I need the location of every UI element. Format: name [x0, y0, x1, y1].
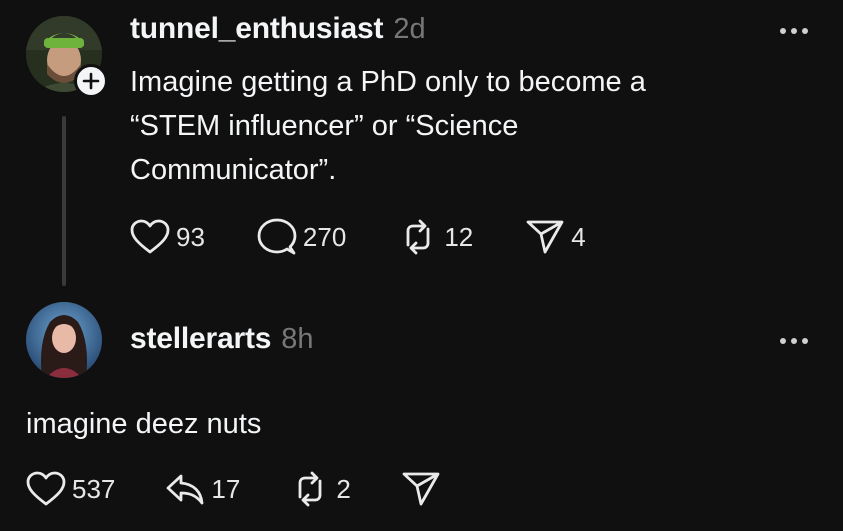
post-username[interactable]: tunnel_enthusiast [130, 12, 384, 46]
like-button[interactable]: 93 [130, 219, 205, 255]
post-header: tunnel_enthusiast 2d [130, 12, 426, 46]
more-icon [780, 338, 786, 344]
more-icon [780, 28, 786, 34]
post-text-line: “STEM influencer” or “Science [130, 110, 519, 142]
share-icon [526, 220, 564, 254]
reply-header: stellerarts 8h [130, 322, 314, 356]
share-button[interactable]: 4 [525, 218, 586, 256]
heart-icon [26, 471, 66, 506]
reply-timestamp: 8h [281, 323, 314, 355]
post-timestamp: 2d [393, 13, 426, 45]
reply-quote-button[interactable]: 17 [165, 472, 240, 506]
reply-actions: 537 17 2 [26, 470, 441, 508]
post-text: Imagine getting a PhD only to become a “… [130, 60, 770, 192]
reply-like-count: 537 [72, 473, 116, 504]
reply-like-button[interactable]: 537 [26, 471, 115, 507]
reply-share-button[interactable] [401, 470, 441, 508]
post-text-line: Communicator”. [130, 154, 337, 186]
comment-count: 270 [302, 221, 347, 252]
thread-line [62, 116, 66, 286]
repost-icon [298, 471, 322, 507]
reply-repost-count: 2 [336, 473, 351, 504]
like-count: 93 [176, 221, 205, 252]
post-actions: 93 270 12 4 [130, 218, 586, 256]
reply-quote-count: 17 [211, 473, 241, 504]
comment-icon [257, 218, 297, 255]
repost-icon [406, 219, 430, 255]
reply-repost-button[interactable]: 2 [290, 471, 351, 507]
post-text-line: Imagine getting a PhD only to become a [130, 66, 646, 98]
heart-icon [130, 219, 170, 254]
comment-button[interactable]: 270 [257, 218, 346, 256]
quote-icon [166, 474, 204, 505]
follow-plus-button[interactable] [74, 64, 108, 98]
share-icon [402, 472, 440, 506]
repost-count: 12 [444, 221, 474, 252]
repost-button[interactable]: 12 [398, 219, 473, 255]
plus-icon [82, 72, 100, 90]
reply-text: imagine deez nuts [26, 408, 262, 440]
reply-more-button[interactable] [780, 338, 808, 344]
post-more-button[interactable] [780, 28, 808, 34]
reply-username[interactable]: stellerarts [130, 322, 271, 356]
reply-avatar[interactable] [26, 302, 102, 378]
avatar-photo [26, 302, 102, 378]
share-count: 4 [571, 221, 586, 252]
